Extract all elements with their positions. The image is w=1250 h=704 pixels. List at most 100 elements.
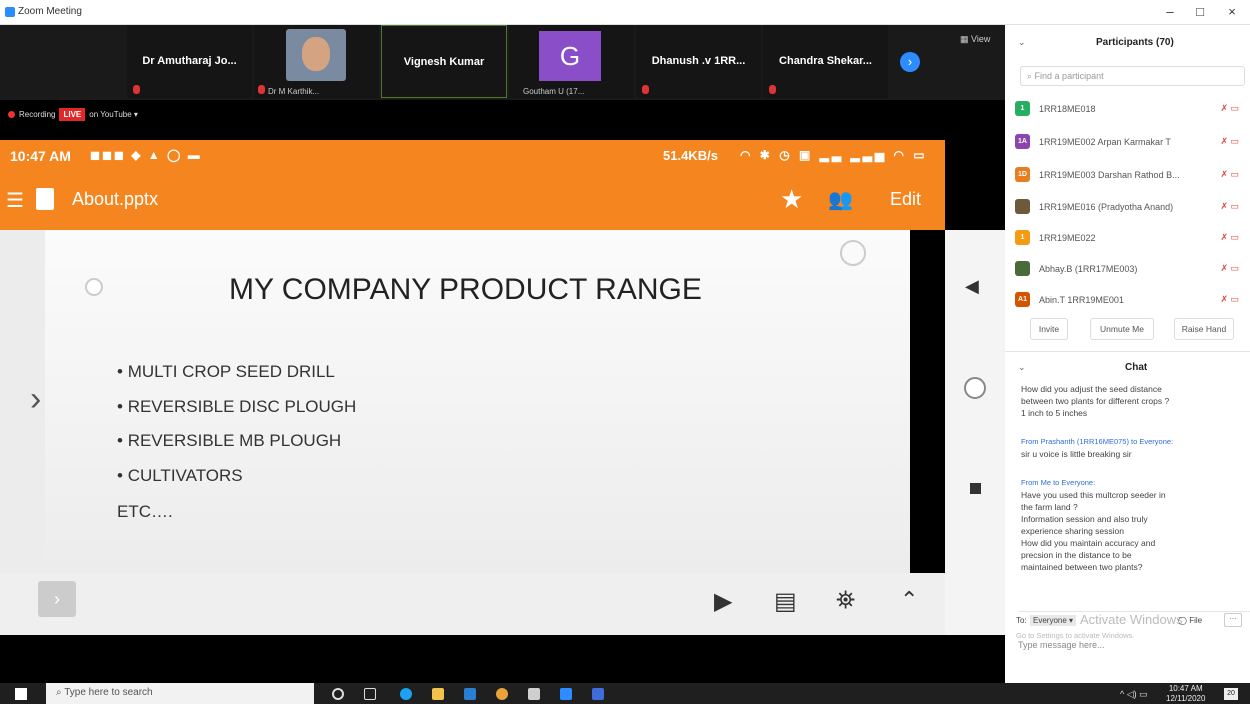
participant-name: Abhay.B (1RR17ME003) bbox=[1039, 263, 1138, 274]
home-nav-icon[interactable] bbox=[964, 377, 986, 399]
slide-bullet: • CULTIVATORS bbox=[117, 466, 243, 485]
zoom-taskbar-icon[interactable] bbox=[560, 688, 572, 700]
chat-message-line: between two plants for different crops ? bbox=[1021, 396, 1170, 406]
next-participants-chevron-icon[interactable]: › bbox=[900, 52, 920, 72]
video-tile[interactable]: Dr M Karthik... bbox=[254, 25, 379, 98]
document-icon bbox=[36, 188, 54, 210]
participant-name: 1RR19ME002 Arpan Karmakar T bbox=[1039, 136, 1171, 147]
more-options-button[interactable]: ··· bbox=[1224, 613, 1242, 627]
chat-message-line: precsion in the distance to be bbox=[1021, 550, 1132, 560]
video-tile[interactable]: Dhanush .v 1RR... bbox=[636, 25, 761, 98]
invite-button[interactable]: Invite bbox=[1030, 318, 1068, 340]
live-platform-dropdown[interactable]: on YouTube ▾ bbox=[89, 110, 138, 119]
minimize-button[interactable]: – bbox=[1160, 4, 1180, 19]
app-bar: ☰ About.pptx ★ 👥 Edit bbox=[0, 170, 945, 230]
collapse-participants-chevron-icon[interactable]: ⌄ bbox=[1018, 37, 1026, 48]
chat-message-line: experience sharing session bbox=[1021, 526, 1125, 536]
decor-bubble bbox=[840, 240, 866, 266]
expand-slides-button[interactable]: › bbox=[38, 581, 76, 617]
video-tile[interactable]: Dr Amutharaj Jo... bbox=[127, 25, 252, 98]
search-placeholder: Find a participant bbox=[1034, 71, 1104, 81]
participant-row[interactable]: Abhay.B (1RR17ME003) ✗ ▭ bbox=[1015, 256, 1245, 281]
phone-status-bar: 10:47 AM ◼◼◼ ◆ ▲ ◯ ▬ 51.4KB/s ◠ ✱ ◷ ▣ ▂▃… bbox=[0, 140, 945, 170]
participant-row[interactable]: 1RR19ME016 (Pradyotha Anand) ✗ ▭ bbox=[1015, 194, 1245, 219]
chat-recipient-dropdown[interactable]: Everyone ▾ bbox=[1030, 615, 1077, 626]
video-tile[interactable]: Chandra Shekar... bbox=[763, 25, 888, 98]
chat-message-line: 1 inch to 5 inches bbox=[1021, 408, 1088, 418]
participants-title: Participants (70) bbox=[1096, 37, 1174, 48]
participant-avatar bbox=[1015, 261, 1030, 276]
slide-bullet: • REVERSIBLE MB PLOUGH bbox=[117, 431, 342, 450]
edit-button[interactable]: Edit bbox=[890, 189, 921, 210]
unmute-me-button[interactable]: Unmute Me bbox=[1090, 318, 1154, 340]
notification-center-icon[interactable]: 20 bbox=[1224, 688, 1238, 700]
participant-video bbox=[286, 29, 346, 81]
participant-row[interactable]: 1D 1RR19ME003 Darshan Rathod B... ✗ ▭ bbox=[1015, 162, 1245, 187]
presentation-slide: MY COMPANY PRODUCT RANGE • MULTI CROP SE… bbox=[45, 230, 910, 573]
recording-dot-icon bbox=[8, 111, 15, 118]
participant-name: Goutham U (17... bbox=[523, 87, 585, 96]
slide-bullet: • REVERSIBLE DISC PLOUGH bbox=[117, 397, 357, 416]
file-explorer-icon[interactable] bbox=[432, 688, 444, 700]
recents-nav-icon[interactable] bbox=[970, 483, 981, 494]
close-button[interactable]: × bbox=[1222, 4, 1242, 19]
participant-row[interactable]: A1 Abin.T 1RR19ME001 ✗ ▭ bbox=[1015, 287, 1245, 312]
participant-name: Chandra Shekar... bbox=[779, 55, 872, 67]
file-button[interactable]: ◯ File bbox=[1178, 616, 1202, 625]
file-name: About.pptx bbox=[72, 189, 159, 209]
collapse-chevron-up-icon[interactable]: ⌃ bbox=[900, 587, 918, 613]
taskbar-search-input[interactable]: ⌕ Type here to search bbox=[46, 683, 314, 704]
system-tray-icons[interactable]: ^ ◁) ▭ bbox=[1120, 689, 1148, 700]
chat-message-line: the farm land ? bbox=[1021, 502, 1078, 512]
watermark-settings: Go to Settings to activate Windows. bbox=[1016, 631, 1135, 640]
view-label: View bbox=[971, 34, 991, 44]
app-taskbar-icon[interactable] bbox=[592, 688, 604, 700]
collapse-chat-chevron-icon[interactable]: ⌄ bbox=[1018, 362, 1026, 373]
participant-avatar: 1 bbox=[1015, 101, 1030, 116]
view-button[interactable]: ▦ View bbox=[960, 34, 990, 45]
participant-name: 1RR19ME022 bbox=[1039, 232, 1096, 243]
previous-slide-chevron-icon[interactable]: › bbox=[30, 380, 41, 419]
share-people-icon[interactable]: 👥 bbox=[828, 187, 853, 212]
participant-avatar: 1D bbox=[1015, 167, 1030, 182]
mail-icon[interactable] bbox=[464, 688, 476, 700]
bullet-text: CULTIVATORS bbox=[127, 466, 243, 485]
video-tile[interactable]: G Goutham U (17... bbox=[509, 25, 634, 98]
file-label: File bbox=[1189, 616, 1203, 625]
participant-row[interactable]: 1 1RR19ME022 ✗ ▭ bbox=[1015, 225, 1245, 250]
chat-message-line: How did you maintain accuracy and bbox=[1021, 538, 1156, 548]
video-tile-active[interactable]: Vignesh Kumar bbox=[381, 25, 507, 98]
muted-mic-video-icon: ✗ ▭ bbox=[1220, 136, 1239, 146]
windows-start-icon[interactable] bbox=[15, 688, 27, 700]
participant-row[interactable]: 1A 1RR19ME002 Arpan Karmakar T ✗ ▭ bbox=[1015, 129, 1245, 154]
chat-message-input[interactable]: Type message here... bbox=[1018, 640, 1218, 654]
recording-indicator: Recording LIVE on YouTube ▾ bbox=[8, 108, 138, 121]
notes-icon[interactable]: ▤ bbox=[774, 587, 797, 616]
participant-search-input[interactable]: ⌕ Find a participant bbox=[1020, 66, 1245, 86]
binoculars-icon[interactable]: ⛯ bbox=[836, 587, 855, 615]
chat-message-line: Information session and also truly bbox=[1021, 514, 1148, 524]
muted-mic-icon bbox=[258, 85, 265, 94]
maximize-button[interactable]: □ bbox=[1190, 4, 1210, 19]
side-panel bbox=[1005, 25, 1250, 683]
play-icon[interactable]: ▶ bbox=[714, 587, 732, 616]
participant-row[interactable]: 1 1RR18ME018 ✗ ▭ bbox=[1015, 96, 1245, 121]
raise-hand-button[interactable]: Raise Hand bbox=[1174, 318, 1234, 340]
recording-label: Recording bbox=[19, 110, 56, 119]
participant-name: Dr M Karthik... bbox=[268, 87, 320, 96]
muted-mic-icon bbox=[769, 85, 776, 94]
muted-mic-video-icon: ✗ ▭ bbox=[1220, 103, 1239, 113]
chrome-icon[interactable] bbox=[496, 688, 508, 700]
bullet-text: REVERSIBLE DISC PLOUGH bbox=[127, 397, 357, 416]
muted-mic-video-icon: ✗ ▭ bbox=[1220, 232, 1239, 242]
taskbar-clock[interactable]: 10:47 AM 12/11/2020 bbox=[1166, 684, 1205, 704]
chat-to-label: To: bbox=[1016, 616, 1027, 625]
edge-browser-icon[interactable] bbox=[400, 688, 412, 700]
task-view-icon[interactable] bbox=[364, 688, 376, 700]
chat-sender-line: From Me to Everyone: bbox=[1021, 478, 1096, 487]
back-nav-icon[interactable]: ◀ bbox=[965, 276, 979, 297]
favorite-star-icon[interactable]: ★ bbox=[780, 184, 803, 215]
menu-icon[interactable]: ☰ bbox=[6, 188, 24, 213]
store-icon[interactable] bbox=[528, 688, 540, 700]
cortana-icon[interactable] bbox=[332, 688, 344, 700]
